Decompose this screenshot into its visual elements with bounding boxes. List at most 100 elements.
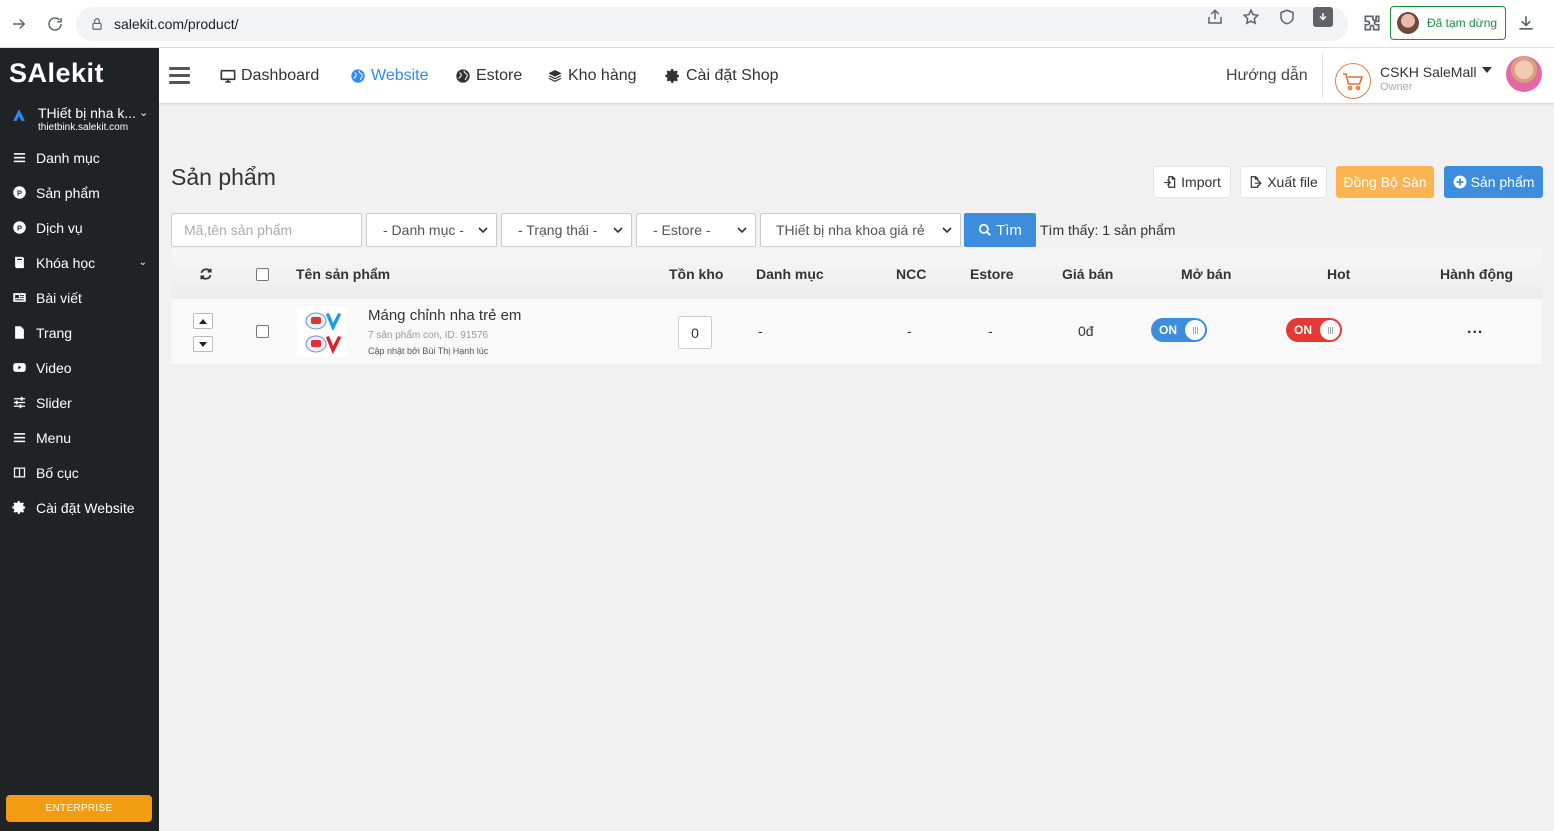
refresh-icon[interactable] (199, 267, 213, 281)
search-button-label: Tìm (996, 221, 1022, 239)
gear-icon (11, 500, 27, 516)
lock-icon (92, 18, 102, 30)
header-category[interactable]: Danh mục (756, 266, 824, 282)
sidebar: SAlekit THiết bị nha k... thietbink.sale… (0, 48, 159, 831)
star-icon[interactable] (1240, 6, 1262, 28)
header-supplier[interactable]: NCC (896, 266, 926, 282)
salekit-logo[interactable]: SAlekit (9, 58, 104, 89)
enterprise-plan-badge[interactable]: ENTERPRISE (6, 795, 152, 822)
share-icon[interactable] (1204, 6, 1226, 28)
table-header: Tên sản phẩm Tồn kho Danh mục NCC Estore… (171, 249, 1542, 299)
chevron-down-icon (613, 227, 623, 234)
product-meta: 7 sản phẩm con, ID: 91576 (368, 330, 489, 341)
site-select[interactable]: THiết bị nha khoa giá rẻ (760, 213, 961, 247)
product-name-link[interactable]: Máng chỉnh nha trẻ em (368, 307, 521, 324)
hot-toggle[interactable]: ON (1286, 318, 1342, 342)
header-on-sale[interactable]: Mở bán (1181, 266, 1231, 282)
shield-icon[interactable] (1276, 6, 1298, 28)
caret-down-icon[interactable] (1482, 67, 1492, 73)
video-icon (11, 360, 27, 376)
svg-text:P: P (16, 223, 21, 232)
file-import-icon (1164, 176, 1176, 188)
sidebar-item-danh-muc[interactable]: Danh mục (0, 140, 159, 175)
topnav-cai-dat-shop[interactable]: Cài đặt Shop (664, 48, 779, 104)
divider (1322, 54, 1323, 98)
move-up-button[interactable] (193, 313, 213, 329)
estore-select[interactable]: - Estore - (636, 213, 756, 247)
status-select[interactable]: - Trạng thái - (501, 213, 632, 247)
forward-icon[interactable] (8, 13, 30, 35)
topnav-dashboard[interactable]: Dashboard (219, 48, 319, 104)
sidebar-item-dich-vu[interactable]: P Dịch vụ (0, 210, 159, 245)
hamburger-menu-icon[interactable] (169, 67, 190, 85)
sidebar-item-video[interactable]: Video (0, 350, 159, 385)
search-input[interactable]: Mã,tên sản phẩm (171, 213, 362, 247)
header-actions: Hành động (1440, 266, 1514, 282)
found-label: Tìm thấy: (1040, 222, 1099, 238)
header-price[interactable]: Giá bán (1062, 266, 1113, 282)
sidebar-item-cai-dat-website[interactable]: Cài đặt Website (0, 490, 159, 525)
monitor-icon (219, 68, 236, 85)
select-all-checkbox[interactable] (256, 268, 269, 281)
sidebar-menu: Danh mục P Sản phẩm P Dịch vụ Khóa học ⌄… (0, 140, 159, 525)
paused-label: Đã tạm dừng (1427, 16, 1498, 30)
export-label: Xuất file (1267, 174, 1318, 190)
topnav-website[interactable]: Website (349, 48, 429, 104)
reload-icon[interactable] (44, 13, 66, 35)
chevron-down-icon (478, 227, 488, 234)
sidebar-item-san-pham[interactable]: P Sản phẩm (0, 175, 159, 210)
sidebar-item-label: Dịch vụ (36, 219, 83, 236)
download-icon[interactable] (1516, 13, 1536, 33)
topnav-kho-hang[interactable]: Kho hàng (546, 48, 637, 104)
url-text: salekit.com/product/ (114, 16, 239, 32)
site-logo-icon (13, 109, 25, 121)
stock-input[interactable]: 0 (678, 316, 712, 349)
more-actions-button[interactable]: ... (1467, 320, 1483, 338)
guide-link[interactable]: Hướng dẫn (1226, 67, 1308, 85)
export-button[interactable]: Xuất file (1240, 166, 1327, 198)
header-name[interactable]: Tên sản phẩm (296, 266, 390, 282)
header-stock[interactable]: Tồn kho (669, 266, 723, 282)
page-title: Sản phẩm (171, 164, 276, 190)
sidebar-item-khoa-hoc[interactable]: Khóa học ⌄ (0, 245, 159, 280)
account-name[interactable]: CSKH SaleMall (1380, 64, 1476, 80)
sidebar-item-label: Video (36, 359, 72, 376)
globe-icon (349, 68, 366, 85)
category-select[interactable]: - Danh mục - (366, 213, 497, 247)
add-product-button[interactable]: Sản phẩm (1444, 166, 1543, 198)
hot-toggle-label: ON (1294, 323, 1312, 337)
header-estore[interactable]: Estore (970, 266, 1014, 282)
sidebar-item-bo-cuc[interactable]: Bố cục (0, 455, 159, 490)
puzzle-icon[interactable] (1362, 13, 1382, 33)
move-down-button[interactable] (193, 336, 213, 352)
globe-icon (454, 68, 471, 85)
on-sale-toggle[interactable]: ON (1151, 318, 1207, 342)
sidebar-item-label: Cài đặt Website (36, 499, 135, 516)
topnav-estore[interactable]: Estore (454, 48, 522, 104)
search-icon (978, 223, 991, 236)
sync-marketplace-button[interactable]: Đồng Bộ Sàn (1336, 166, 1434, 198)
address-bar[interactable]: salekit.com/product/ (76, 7, 1348, 41)
chevron-down-icon: ⌄ (138, 257, 147, 268)
table-row: Máng chỉnh nha trẻ em 7 sản phẩm con, ID… (171, 299, 1542, 365)
row-checkbox[interactable] (256, 325, 269, 338)
sidebar-item-trang[interactable]: Trang (0, 315, 159, 350)
article-icon (11, 290, 27, 306)
sidebar-item-bai-viet[interactable]: Bài viết (0, 280, 159, 315)
svg-text:P: P (16, 188, 21, 197)
add-product-label: Sản phẩm (1470, 174, 1535, 190)
service-icon: P (11, 220, 27, 236)
user-avatar[interactable] (1506, 56, 1542, 92)
on-sale-toggle-label: ON (1159, 323, 1177, 337)
profile-paused-button[interactable]: Đã tạm dừng (1390, 6, 1506, 40)
sidebar-item-menu[interactable]: Menu (0, 420, 159, 455)
sidebar-item-slider[interactable]: Slider (0, 385, 159, 420)
found-unit: sản phẩm (1113, 222, 1176, 238)
toggle-knob (1185, 320, 1205, 340)
product-thumbnail[interactable] (297, 307, 347, 357)
download-extension-icon[interactable] (1312, 6, 1334, 28)
topnav-label: Kho hàng (568, 67, 637, 84)
header-hot[interactable]: Hot (1327, 266, 1350, 282)
search-button[interactable]: Tìm (964, 213, 1036, 247)
import-button[interactable]: Import (1153, 166, 1231, 198)
